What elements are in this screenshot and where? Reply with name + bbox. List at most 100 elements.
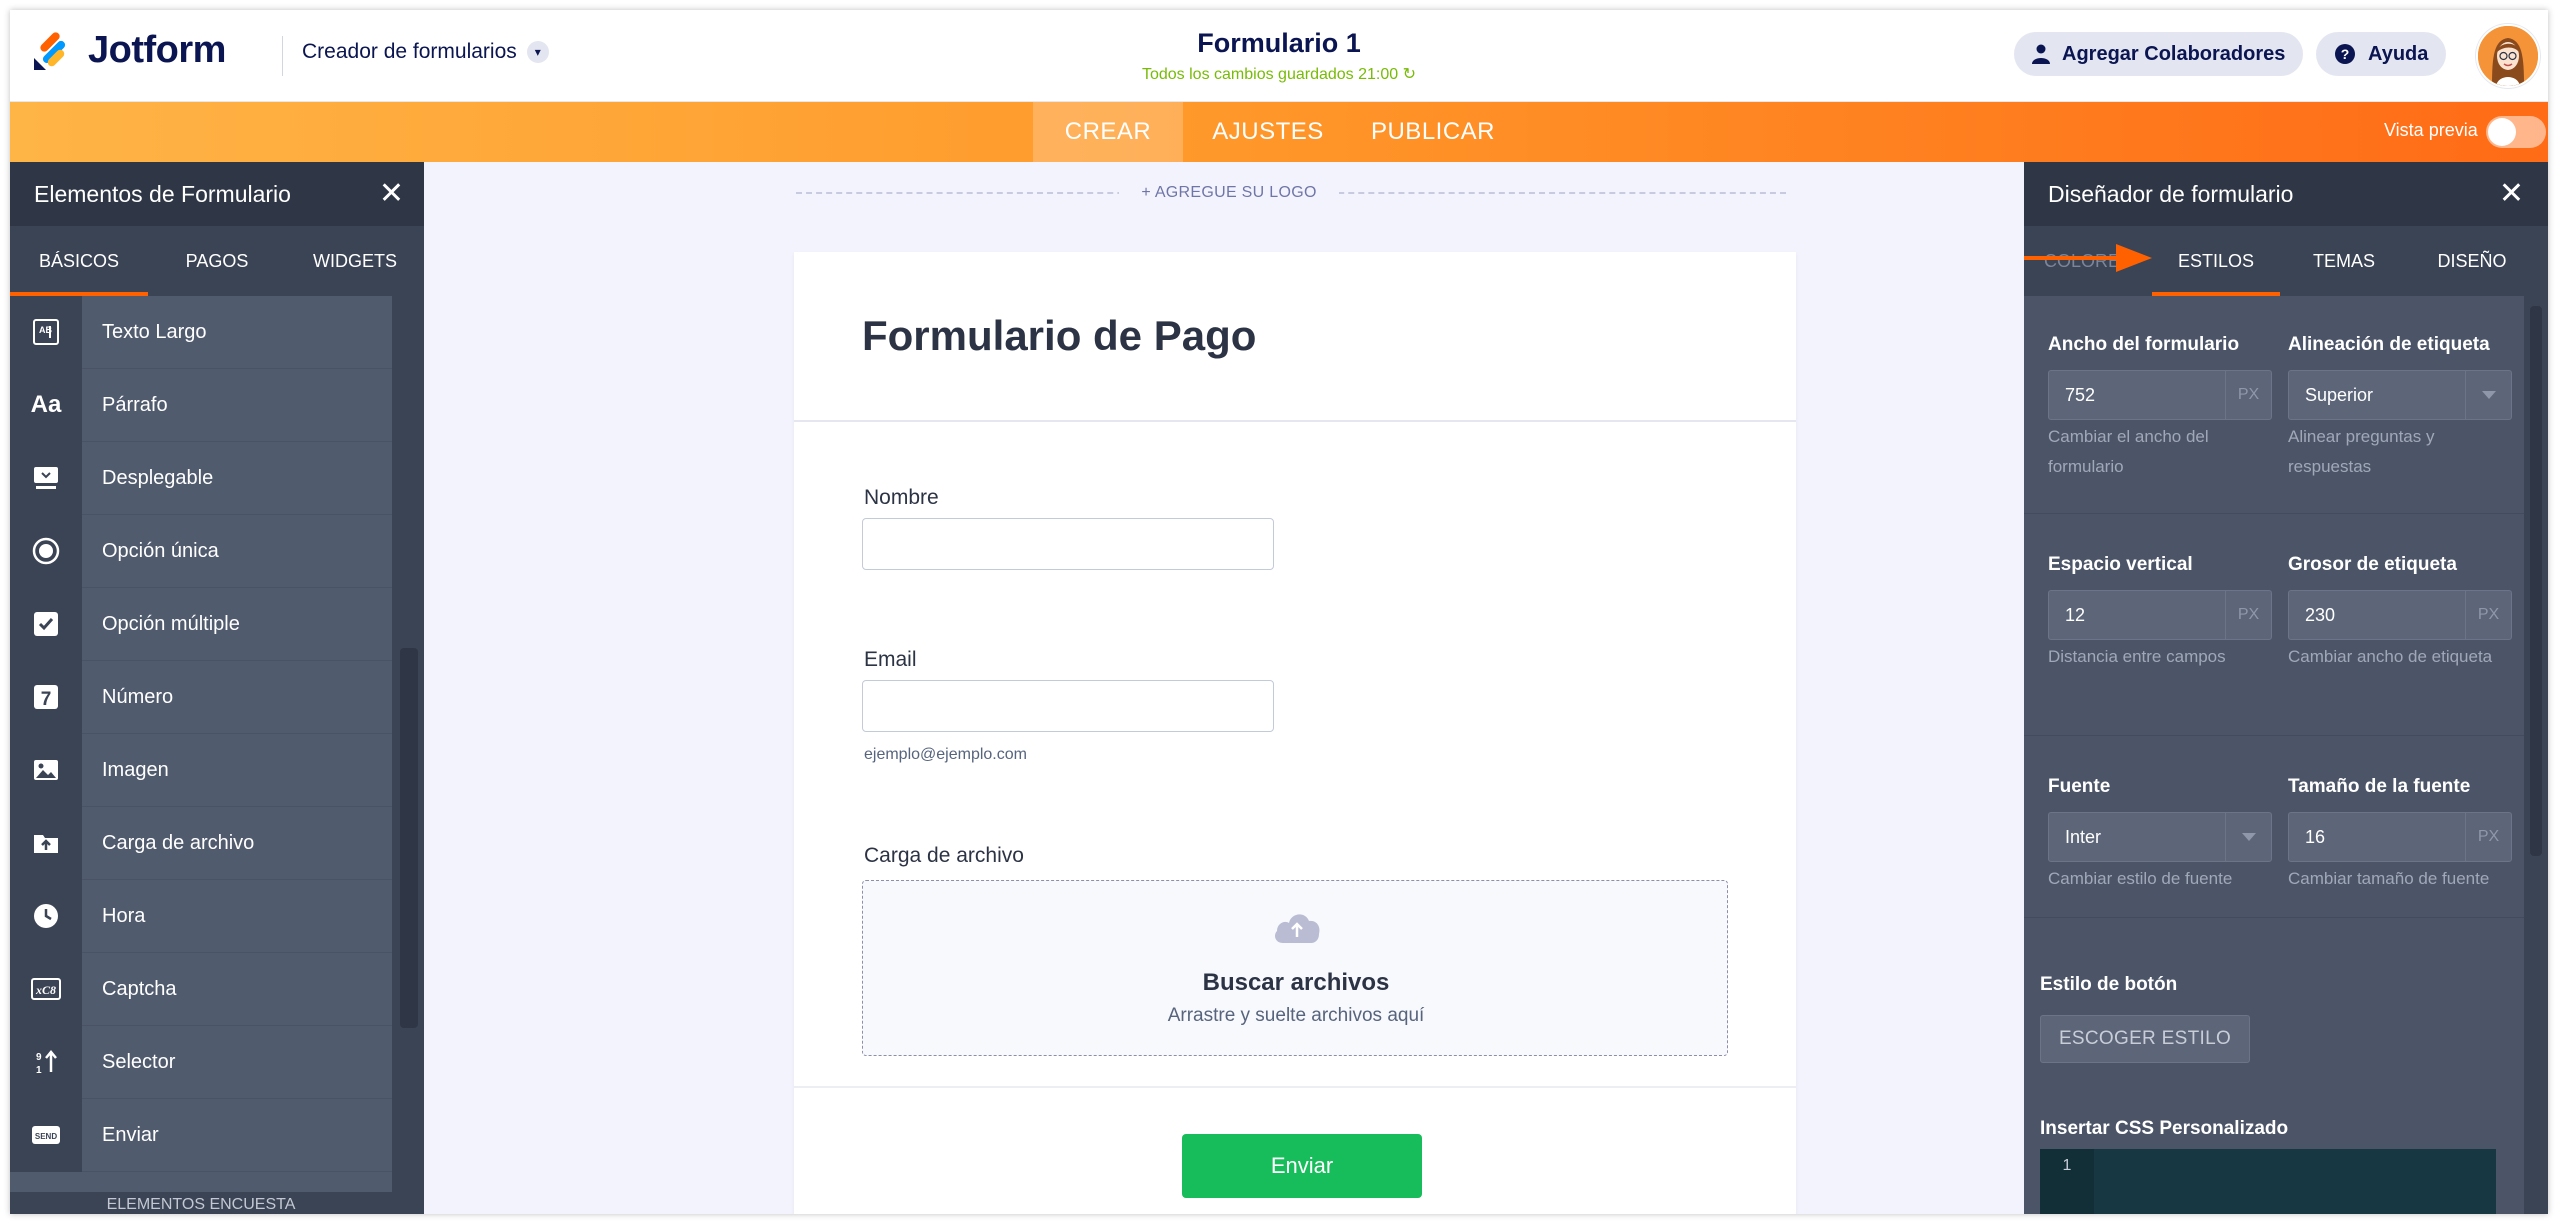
help-icon: ?: [2334, 43, 2356, 65]
element-label: Texto Largo: [102, 320, 207, 343]
panel-title: Elementos de Formulario: [34, 180, 291, 207]
name-input[interactable]: [862, 518, 1274, 570]
label-width-help: Cambiar ancho de etiqueta: [2288, 647, 2493, 666]
help-button[interactable]: ? Ayuda: [2316, 32, 2447, 76]
radio-icon: [10, 514, 82, 588]
element-label: Selector: [102, 1050, 176, 1073]
submit-divider: [794, 1086, 1796, 1088]
designer-tabs: COLORES ESTILOS TEMAS DISEÑO: [2024, 226, 2548, 296]
font-help: Cambiar estilo de fuente: [2048, 869, 2233, 888]
elements-list: AB Texto Largo Aa Párrafo Desplegable Op…: [10, 295, 392, 1172]
form-width-input[interactable]: 752 PX: [2048, 370, 2272, 420]
element-single-choice[interactable]: Opción única: [10, 514, 392, 588]
font-select[interactable]: Inter: [2048, 812, 2272, 862]
font-size-help: Cambiar tamaño de fuente: [2288, 869, 2490, 888]
scrollbar-thumb[interactable]: [400, 648, 418, 1028]
form-elements-header: Elementos de Formulario ✕: [10, 162, 424, 226]
elements-tabs: BÁSICOS PAGOS WIDGETS: [10, 226, 424, 296]
label-width-value: 230: [2305, 604, 2336, 625]
tab-create[interactable]: CREAR: [1033, 102, 1183, 162]
top-header: Jotform Creador de formularios ▾ Formula…: [10, 10, 2548, 102]
element-spinner[interactable]: 91 Selector: [10, 1025, 392, 1099]
svg-text:7: 7: [41, 689, 52, 710]
user-icon: [2032, 44, 2050, 64]
scrollbar-thumb[interactable]: [2530, 306, 2542, 856]
panel-title: Diseñador de formulario: [2048, 180, 2294, 207]
element-number[interactable]: 7 Número: [10, 660, 392, 734]
svg-text:1: 1: [36, 1065, 42, 1076]
font-value: Inter: [2065, 826, 2102, 847]
font-size-input[interactable]: 16 PX: [2288, 812, 2512, 862]
element-label: Opción única: [102, 539, 219, 562]
avatar[interactable]: [2476, 24, 2540, 88]
vertical-spacing-input[interactable]: 12 PX: [2048, 590, 2272, 640]
element-multiple-choice[interactable]: Opción múltiple: [10, 587, 392, 661]
label-alignment-select[interactable]: Superior: [2288, 370, 2512, 420]
file-upload-icon: [10, 806, 82, 880]
checkbox-icon: [10, 587, 82, 661]
tab-widgets[interactable]: WIDGETS: [286, 226, 424, 296]
custom-css-editor[interactable]: 1: [2040, 1149, 2496, 1214]
tab-basics[interactable]: BÁSICOS: [10, 226, 148, 296]
element-label: Párrafo: [102, 393, 168, 416]
button-style-label: Estilo de botón: [2040, 974, 2178, 995]
help-label: Ayuda: [2368, 42, 2429, 65]
designer-scrollbar[interactable]: [2524, 296, 2548, 1214]
width-alignment-section: Ancho del formulario 752 PX Cambiar el a…: [2024, 296, 2524, 514]
element-long-text[interactable]: AB Texto Largo: [10, 295, 392, 369]
vertical-spacing-help: Distancia entre campos: [2048, 647, 2226, 666]
email-input[interactable]: [862, 680, 1274, 732]
element-captcha[interactable]: xC8 Captcha: [10, 952, 392, 1026]
svg-text:?: ?: [2341, 46, 2350, 62]
tab-settings[interactable]: AJUSTES: [1193, 102, 1343, 162]
font-label: Fuente: [2048, 776, 2111, 797]
tab-payments[interactable]: PAGOS: [148, 226, 286, 296]
element-label: Captcha: [102, 977, 177, 1000]
element-file-upload[interactable]: Carga de archivo: [10, 806, 392, 880]
element-label: Desplegable: [102, 466, 214, 489]
add-collaborators-button[interactable]: Agregar Colaboradores: [2014, 32, 2304, 76]
label-width-input[interactable]: 230 PX: [2288, 590, 2512, 640]
tab-layout[interactable]: DISEÑO: [2408, 226, 2536, 296]
spinner-icon: 91: [10, 1025, 82, 1099]
number-icon: 7: [10, 660, 82, 734]
preview-toggle[interactable]: [2486, 116, 2546, 148]
toggle-knob: [2488, 118, 2516, 146]
send-icon: SEND: [10, 1098, 82, 1172]
element-submit[interactable]: SEND Enviar: [10, 1098, 392, 1172]
tab-themes[interactable]: TEMAS: [2280, 226, 2408, 296]
file-upload-dropzone[interactable]: Buscar archivos Arrastre y suelte archiv…: [862, 880, 1728, 1056]
tab-styles[interactable]: ESTILOS: [2152, 226, 2280, 296]
element-label: Opción múltiple: [102, 612, 240, 635]
submit-button[interactable]: Enviar: [1182, 1134, 1422, 1198]
px-unit: PX: [2465, 591, 2511, 639]
elements-scrollbar[interactable]: [392, 296, 424, 1214]
element-paragraph[interactable]: Aa Párrafo: [10, 368, 392, 442]
element-dropdown[interactable]: Desplegable: [10, 441, 392, 515]
tab-publish[interactable]: PUBLICAR: [1353, 102, 1513, 162]
chevron-down-icon: [2225, 813, 2271, 861]
element-image[interactable]: Imagen: [10, 733, 392, 807]
main-nav-bar: CREAR AJUSTES PUBLICAR Vista previa: [10, 102, 2548, 162]
label-alignment-label: Alineación de etiqueta: [2288, 334, 2490, 355]
close-icon[interactable]: ✕: [379, 179, 404, 209]
svg-text:9: 9: [36, 1052, 42, 1063]
label-width-label: Grosor de etiqueta: [2288, 554, 2457, 575]
add-logo-link[interactable]: + AGREGUE SU LOGO: [424, 184, 2034, 202]
close-icon[interactable]: ✕: [2499, 179, 2524, 209]
save-status-text: Todos los cambios guardados 21:00: [1141, 66, 1399, 83]
element-time[interactable]: Hora: [10, 879, 392, 953]
captcha-icon: xC8: [10, 952, 82, 1026]
chevron-down-icon: [2465, 371, 2511, 419]
add-collaborators-label: Agregar Colaboradores: [2062, 42, 2286, 65]
vertical-spacing-value: 12: [2065, 604, 2086, 625]
choose-style-button[interactable]: ESCOGER ESTILO: [2040, 1015, 2250, 1063]
form-heading[interactable]: Formulario de Pago: [794, 252, 1796, 422]
upload-title: Buscar archivos: [1202, 969, 1390, 996]
survey-elements-header[interactable]: ELEMENTOS ENCUESTA: [10, 1192, 392, 1214]
px-unit: PX: [2465, 813, 2511, 861]
long-text-icon: AB: [10, 295, 82, 369]
form-designer-header: Diseñador de formulario ✕: [2024, 162, 2548, 226]
refresh-icon[interactable]: ↻: [1403, 66, 1416, 83]
svg-text:SEND: SEND: [35, 1132, 57, 1141]
